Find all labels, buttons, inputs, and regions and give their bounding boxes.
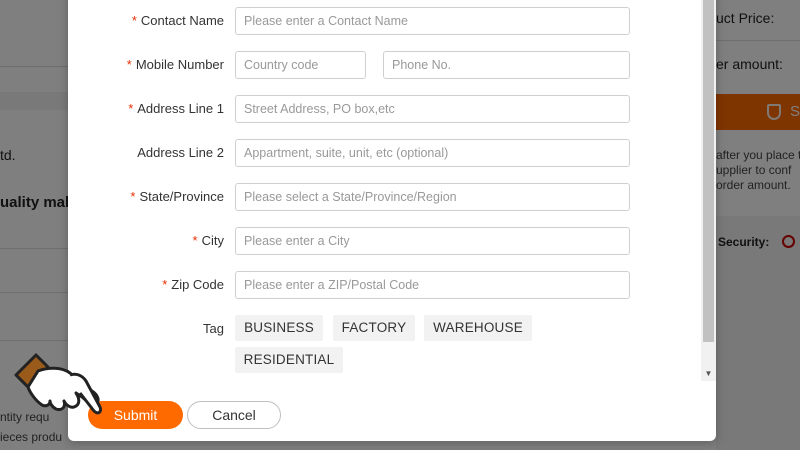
address-line-1-row: * Address Line 1 Street Address, PO box,e… bbox=[68, 95, 701, 123]
address-line-2-input[interactable]: Appartment, suite, unit, etc (optional) bbox=[235, 139, 630, 167]
city-row: * City Please enter a City bbox=[68, 227, 701, 255]
cancel-button[interactable]: Cancel bbox=[187, 401, 281, 429]
tag-factory[interactable]: FACTORY bbox=[333, 315, 415, 341]
city-label: * City bbox=[193, 233, 224, 248]
pointing-hand-icon bbox=[14, 353, 102, 415]
zip-code-input[interactable]: Please enter a ZIP/Postal Code bbox=[235, 271, 630, 299]
address-line-1-label: * Address Line 1 bbox=[128, 101, 224, 116]
contact-name-row: * Contact Name Please enter a Contact Nam… bbox=[68, 7, 701, 35]
form-scrollbar[interactable]: ▼ bbox=[701, 0, 716, 381]
tag-business[interactable]: BUSINESS bbox=[235, 315, 323, 341]
address-modal: * Contact Name Please enter a Contact Nam… bbox=[68, 0, 716, 441]
contact-name-label: * Contact Name bbox=[132, 13, 224, 28]
state-province-select[interactable]: Please select a State/Province/Region bbox=[235, 183, 630, 211]
required-mark: * bbox=[162, 277, 168, 292]
mobile-number-row: * Mobile Number Country code Phone No. bbox=[68, 51, 701, 79]
required-mark: * bbox=[128, 101, 134, 116]
required-mark: * bbox=[126, 57, 132, 72]
scrollbar-thumb[interactable] bbox=[703, 0, 714, 342]
zip-code-row: * Zip Code Please enter a ZIP/Postal Code bbox=[68, 271, 701, 299]
mobile-number-label: * Mobile Number bbox=[127, 57, 224, 72]
required-mark: * bbox=[130, 189, 136, 204]
state-province-label-text: State/Province bbox=[139, 189, 224, 204]
zip-code-label: * Zip Code bbox=[162, 277, 224, 292]
address-form: * Contact Name Please enter a Contact Nam… bbox=[68, 0, 716, 389]
address-line-1-input[interactable]: Street Address, PO box,etc bbox=[235, 95, 630, 123]
state-province-label: * State/Province bbox=[130, 189, 224, 204]
required-mark: * bbox=[192, 233, 198, 248]
required-mark: * bbox=[131, 13, 137, 28]
tag-label: Tag bbox=[203, 321, 224, 336]
contact-name-label-text: Contact Name bbox=[140, 13, 224, 28]
country-code-input[interactable]: Country code bbox=[235, 51, 366, 79]
address-line-1-label-text: Address Line 1 bbox=[137, 101, 224, 116]
tag-residential[interactable]: RESIDENTIAL bbox=[235, 347, 343, 373]
address-line-2-label: Address Line 2 bbox=[137, 145, 224, 160]
mobile-number-label-text: Mobile Number bbox=[135, 57, 224, 72]
state-province-row: * State/Province Please select a State/Pr… bbox=[68, 183, 701, 211]
tag-warehouse[interactable]: WAREHOUSE bbox=[424, 315, 532, 341]
zip-code-label-text: Zip Code bbox=[171, 277, 224, 292]
contact-name-input[interactable]: Please enter a Contact Name bbox=[235, 7, 630, 35]
phone-number-input[interactable]: Phone No. bbox=[383, 51, 630, 79]
address-line-2-row: Address Line 2 Appartment, suite, unit, … bbox=[68, 139, 701, 167]
city-input[interactable]: Please enter a City bbox=[235, 227, 630, 255]
scroll-down-arrow-icon[interactable]: ▼ bbox=[703, 369, 714, 379]
city-label-text: City bbox=[201, 233, 224, 248]
tag-row: Tag BUSINESS FACTORY WAREHOUSE RESIDENTI… bbox=[68, 315, 701, 373]
